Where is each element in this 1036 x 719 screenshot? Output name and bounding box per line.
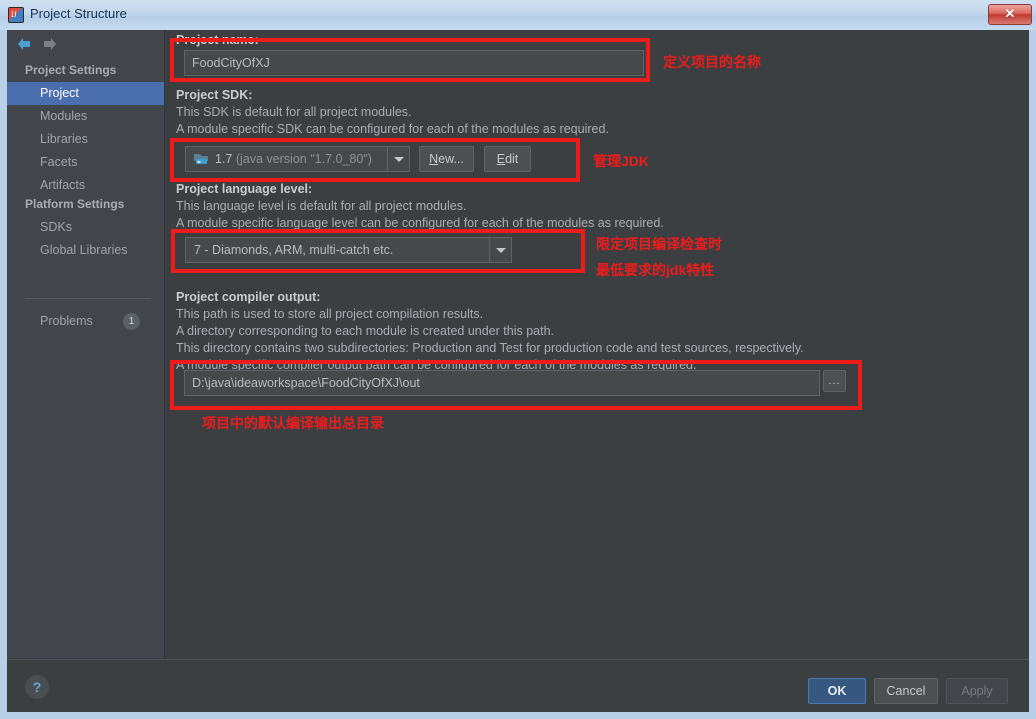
compiler-output-desc-3: This directory contains two subdirectori… (176, 341, 804, 355)
project-name-input[interactable]: FoodCityOfXJ (184, 50, 644, 76)
sidebar-item-label: Modules (40, 109, 88, 123)
language-level-desc-2: A module specific language level can be … (176, 216, 664, 230)
project-name-label: Project name: (176, 33, 259, 47)
sidebar-item-project[interactable]: Project (7, 82, 164, 105)
section-header-project-settings: Project Settings (25, 63, 117, 77)
sidebar-item-global-libraries[interactable]: Global Libraries (7, 239, 164, 262)
intellij-idea-icon (8, 7, 24, 23)
language-level-desc-1: This language level is default for all p… (176, 199, 467, 213)
arrow-right-icon[interactable] (41, 36, 59, 52)
window-frame: Project Settings Project Modules Librari… (0, 30, 1036, 719)
chevron-down-icon[interactable] (387, 147, 409, 171)
compiler-output-label: Project compiler output: (176, 290, 321, 304)
language-level-label: Project language level: (176, 182, 313, 196)
dialog-body: Project Settings Project Modules Librari… (7, 30, 1029, 712)
sidebar-item-label: Global Libraries (40, 243, 128, 257)
ok-button[interactable]: OK (808, 678, 866, 704)
project-sdk-desc-1: This SDK is default for all project modu… (176, 105, 412, 119)
cancel-button[interactable]: Cancel (874, 678, 938, 704)
jdk-folder-icon (194, 152, 209, 166)
section-header-platform-settings: Platform Settings (25, 197, 125, 211)
title-bar: Project Structure ✕ (0, 0, 1036, 31)
compiler-output-desc-1: This path is used to store all project c… (176, 307, 484, 321)
new-sdk-button[interactable]: New... (419, 146, 474, 172)
project-sdk-combo[interactable]: 1.7 (java version "1.7.0_80") (185, 146, 410, 172)
edit-sdk-button[interactable]: Edit (484, 146, 531, 172)
main-panel: Project name: FoodCityOfXJ Project SDK: … (166, 30, 1029, 658)
sidebar-divider (25, 298, 151, 299)
close-icon: ✕ (1004, 6, 1016, 21)
sidebar-item-problems[interactable]: Problems 1 (7, 310, 164, 333)
sidebar-item-label: Facets (40, 155, 78, 169)
compiler-output-input[interactable]: D:\java\ideaworkspace\FoodCityOfXJ\out (184, 370, 820, 396)
annotation-project-name: 定义项目的名称 (663, 54, 761, 70)
apply-button: Apply (946, 678, 1008, 704)
chevron-down-icon[interactable] (489, 238, 511, 262)
sidebar-item-libraries[interactable]: Libraries (7, 128, 164, 151)
project-sdk-desc-2: A module specific SDK can be configured … (176, 122, 609, 136)
compiler-output-browse-button[interactable]: ... (823, 370, 846, 392)
problems-label: Problems (40, 314, 93, 328)
sidebar-item-label: Libraries (40, 132, 88, 146)
sidebar-item-artifacts[interactable]: Artifacts (7, 174, 164, 197)
project-structure-dialog: Project Structure ✕ (0, 0, 1036, 719)
annotation-language-level-line2: 最低要求的jdk特性 (596, 262, 715, 278)
window-title: Project Structure (30, 6, 127, 21)
problems-count-badge: 1 (123, 313, 140, 330)
sidebar-item-label: Project (40, 86, 79, 100)
close-button[interactable]: ✕ (988, 4, 1032, 25)
sidebar-item-facets[interactable]: Facets (7, 151, 164, 174)
dialog-footer: ? OK Cancel Apply (7, 659, 1029, 712)
annotation-compiler-output: 项目中的默认编译输出总目录 (202, 415, 384, 431)
sidebar-item-modules[interactable]: Modules (7, 105, 164, 128)
arrow-left-icon[interactable] (15, 36, 33, 52)
help-icon[interactable]: ? (25, 675, 49, 699)
project-sdk-label: Project SDK: (176, 88, 253, 102)
sidebar-item-label: Artifacts (40, 178, 86, 192)
annotation-project-sdk: 管理JDK (593, 153, 650, 169)
language-level-value: 7 - Diamonds, ARM, multi-catch etc. (194, 243, 394, 257)
project-sdk-value: 1.7 (java version "1.7.0_80") (215, 152, 372, 166)
compiler-output-desc-2: A directory corresponding to each module… (176, 324, 554, 338)
language-level-combo[interactable]: 7 - Diamonds, ARM, multi-catch etc. (185, 237, 512, 263)
sidebar-item-label: SDKs (40, 220, 72, 234)
annotation-language-level-line1: 限定项目编译检查时 (596, 236, 722, 252)
sidebar: Project Settings Project Modules Librari… (7, 30, 165, 658)
sidebar-item-sdks[interactable]: SDKs (7, 216, 164, 239)
